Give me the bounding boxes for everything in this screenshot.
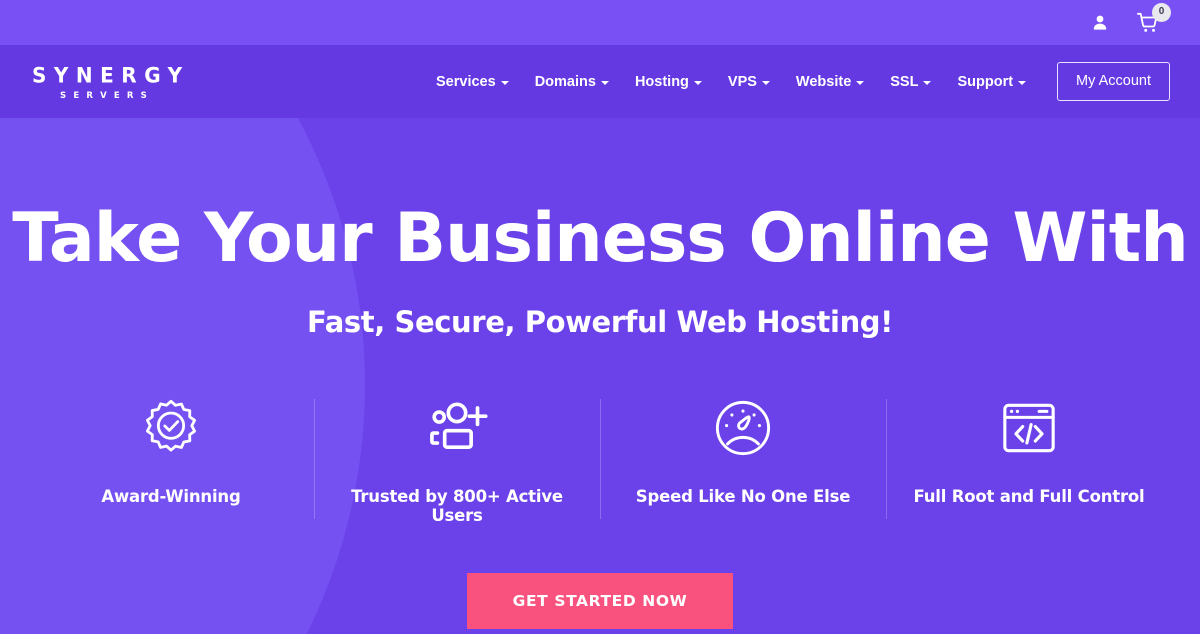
nav-item-hosting[interactable]: Hosting <box>622 68 715 96</box>
chevron-down-icon <box>600 80 609 85</box>
nav-item-services[interactable]: Services <box>423 68 522 96</box>
landing-page: 0 SYNERGY SERVERS Services Domains Hosti… <box>0 0 1200 634</box>
nav-item-label: Domains <box>534 73 596 90</box>
feature-item-speed: Speed Like No One Else <box>600 396 886 520</box>
nav-item-website[interactable]: Website <box>783 68 877 96</box>
top-utility-icons: 0 <box>1090 2 1171 34</box>
add-users-icon <box>324 396 590 460</box>
feature-item-award-winning: Award-Winning <box>28 396 314 506</box>
feature-label: Award-Winning <box>101 487 241 507</box>
nav-item-label: SSL <box>890 73 919 90</box>
user-account-icon[interactable] <box>1090 13 1110 33</box>
get-started-button[interactable]: GET STARTED NOW <box>466 573 734 630</box>
nav-item-label: Services <box>436 73 496 90</box>
feature-item-active-users: Trusted by 800+ Active Users <box>314 396 600 525</box>
brand-logo[interactable]: SYNERGY SERVERS <box>32 63 190 101</box>
hero-title: Take Your Business Online With <box>12 199 1188 278</box>
chevron-down-icon <box>761 80 770 85</box>
code-window-icon <box>896 396 1162 460</box>
hero-subtitle: Fast, Secure, Powerful Web Hosting! <box>307 305 893 340</box>
feature-label: Trusted by 800+ Active Users <box>351 487 563 526</box>
chevron-down-icon <box>693 80 702 85</box>
brand-tagline: SERVERS <box>60 90 154 101</box>
cta-container: GET STARTED NOW <box>0 573 1200 630</box>
main-navbar: SYNERGY SERVERS Services Domains Hosting <box>0 45 1200 118</box>
feature-list: Award-Winning Trusted by 800+ Active Use… <box>0 396 1200 525</box>
nav-item-ssl[interactable]: SSL <box>877 68 944 96</box>
cart-count-badge: 0 <box>1152 2 1171 22</box>
hero-section: Take Your Business Online With Fast, Sec… <box>0 118 1200 634</box>
nav-item-label: VPS <box>727 73 757 90</box>
nav-item-label: Website <box>795 73 852 90</box>
feature-label: Speed Like No One Else <box>635 487 851 507</box>
nav-item-domains[interactable]: Domains <box>522 68 622 96</box>
navbar-right: Services Domains Hosting VPS Website SSL… <box>423 62 1170 101</box>
my-account-button[interactable]: My Account <box>1057 62 1170 101</box>
chevron-down-icon <box>500 80 509 85</box>
chevron-down-icon <box>856 80 865 85</box>
feature-label: Full Root and Full Control <box>913 487 1145 507</box>
top-utility-bar: 0 <box>0 0 1200 45</box>
nav-item-support[interactable]: Support <box>944 68 1039 96</box>
nav-item-label: Support <box>957 73 1014 90</box>
nav-links: Services Domains Hosting VPS Website SSL… <box>423 68 1039 96</box>
feature-item-root-control: Full Root and Full Control <box>886 396 1172 520</box>
award-badge-check-icon <box>38 396 304 460</box>
speedometer-icon <box>610 396 876 460</box>
chevron-down-icon <box>1018 80 1027 85</box>
hero-content: Take Your Business Online With Fast, Sec… <box>0 118 1200 630</box>
brand-name: SYNERGY <box>32 62 190 88</box>
nav-item-label: Hosting <box>634 73 689 90</box>
nav-item-vps[interactable]: VPS <box>715 68 783 96</box>
shopping-cart-icon[interactable]: 0 <box>1136 2 1171 34</box>
chevron-down-icon <box>923 80 932 85</box>
